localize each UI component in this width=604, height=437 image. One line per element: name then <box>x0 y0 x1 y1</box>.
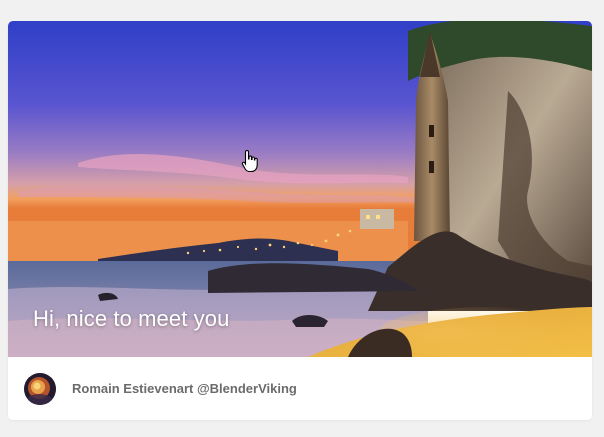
user-avatar[interactable] <box>24 373 56 405</box>
card-footer: Romain Estievenart @BlenderViking <box>8 357 592 420</box>
hero-image: Hi, nice to meet you <box>8 21 592 357</box>
card-caption: Hi, nice to meet you <box>33 306 230 331</box>
profile-card: Hi, nice to meet you Romain Estievenart … <box>8 21 592 420</box>
hand-pointer-icon <box>241 149 259 173</box>
author-name[interactable]: Romain Estievenart @BlenderViking <box>72 381 297 396</box>
